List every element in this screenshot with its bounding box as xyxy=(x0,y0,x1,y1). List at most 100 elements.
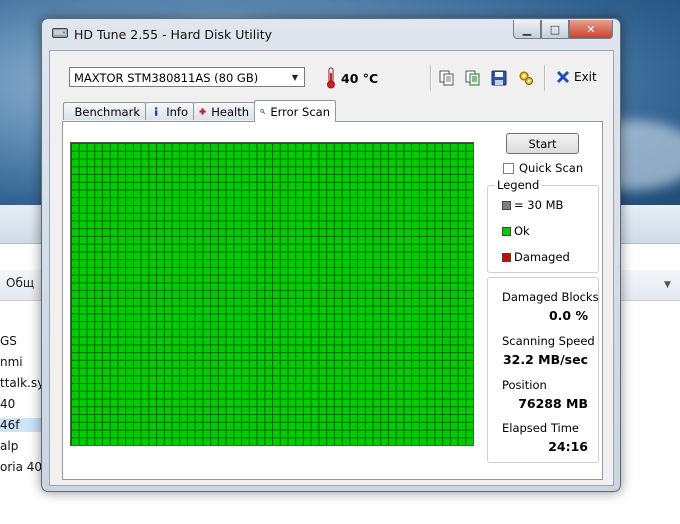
minimize-button[interactable]: ▁ xyxy=(513,20,541,39)
scan-block-ok xyxy=(365,360,373,368)
tab-info[interactable]: Info xyxy=(145,102,194,120)
close-button[interactable]: ✕ xyxy=(569,20,613,39)
scan-block-ok xyxy=(72,422,79,430)
scan-block-ok xyxy=(257,360,265,368)
scan-block-ok xyxy=(327,368,334,376)
scan-block-ok xyxy=(466,190,473,198)
scan-block-ok xyxy=(373,430,381,438)
scan-block-ok xyxy=(234,244,242,252)
scan-block-ok xyxy=(435,205,443,213)
background-list-item[interactable]: GS xyxy=(0,334,17,348)
start-button[interactable]: Start xyxy=(506,133,579,154)
scan-block-ok xyxy=(141,190,149,198)
scan-block-ok xyxy=(419,322,427,329)
scan-block-ok xyxy=(187,159,195,167)
scan-block-ok xyxy=(265,267,272,275)
scan-block-ok xyxy=(242,337,249,345)
scan-block-ok xyxy=(404,399,412,407)
scan-block-ok xyxy=(435,306,443,314)
scan-block-ok xyxy=(203,283,211,291)
drive-select[interactable]: MAXTOR STM380811AS (80 GB) ▼ xyxy=(69,67,305,87)
scan-block-ok xyxy=(195,213,203,221)
scan-block-ok xyxy=(373,415,381,422)
scan-block-ok xyxy=(466,314,473,322)
maximize-button[interactable]: □ xyxy=(541,20,569,39)
chevron-down-icon[interactable]: ▼ xyxy=(288,70,302,84)
scan-block-ok xyxy=(187,275,195,283)
quick-scan-option[interactable]: Quick Scan xyxy=(503,161,583,175)
background-list-item[interactable]: 40 xyxy=(0,397,15,411)
tab-benchmark[interactable]: Benchmark xyxy=(63,102,146,120)
scan-block-ok xyxy=(257,337,265,345)
scan-block-ok xyxy=(234,205,242,213)
scan-block-ok xyxy=(164,260,172,267)
quick-scan-checkbox[interactable] xyxy=(503,162,514,174)
options-icon[interactable] xyxy=(517,69,535,87)
scan-block-ok xyxy=(257,368,265,376)
exit-button[interactable]: Exit xyxy=(556,70,597,84)
scan-block-ok xyxy=(396,159,404,167)
scan-block-ok xyxy=(110,422,118,430)
scan-block-ok xyxy=(95,391,102,399)
scan-block-ok xyxy=(334,167,342,174)
scan-block-ok xyxy=(95,244,102,252)
scan-block-ok xyxy=(388,205,396,213)
scan-block-ok xyxy=(118,422,126,430)
scan-block-ok xyxy=(172,159,180,167)
scan-block-ok xyxy=(419,260,427,267)
scan-block-ok xyxy=(226,236,234,244)
scan-block-ok xyxy=(350,236,358,244)
background-list-item-selected[interactable]: 46f xyxy=(0,418,44,432)
client-area: MAXTOR STM380811AS (80 GB) ▼ 40 °C Exit … xyxy=(49,50,614,486)
scan-block-ok xyxy=(126,182,133,190)
scan-block-ok xyxy=(296,144,303,151)
scan-block-ok xyxy=(164,298,172,306)
scan-block-ok xyxy=(226,213,234,221)
background-scroll-arrow-icon[interactable]: ▼ xyxy=(664,280,671,290)
scan-block-ok xyxy=(118,345,126,353)
scan-block-ok xyxy=(149,267,157,275)
background-list-item[interactable]: alp xyxy=(0,439,18,453)
scan-block-ok xyxy=(311,252,319,260)
scan-block-ok xyxy=(157,391,164,399)
scan-block-ok xyxy=(95,275,102,283)
scan-block-ok xyxy=(412,306,419,314)
scan-block-ok xyxy=(249,422,257,430)
scan-block-ok xyxy=(118,260,126,267)
scan-block-ok xyxy=(249,306,257,314)
title-bar[interactable]: HD Tune 2.55 - Hard Disk Utility ▁ □ ✕ xyxy=(42,19,620,49)
scan-block-ok xyxy=(273,221,280,229)
scan-block-ok xyxy=(319,267,327,275)
scan-block-ok xyxy=(102,368,110,376)
background-list-item[interactable]: nmi xyxy=(0,355,23,369)
scan-block-ok xyxy=(435,345,443,353)
save-icon[interactable] xyxy=(490,69,508,87)
scan-block-ok xyxy=(334,252,342,260)
scan-block-ok xyxy=(234,399,242,407)
scan-block-ok xyxy=(164,151,172,159)
scan-block-ok xyxy=(79,345,87,353)
scan-block-ok xyxy=(288,438,296,445)
scan-block-ok xyxy=(72,353,79,360)
scan-block-ok xyxy=(141,314,149,322)
scan-block-ok xyxy=(311,399,319,407)
scan-block-ok xyxy=(412,275,419,283)
scan-block-ok xyxy=(350,391,358,399)
copy-all-icon[interactable] xyxy=(464,69,482,87)
scan-block-ok xyxy=(126,314,133,322)
tab-error-scan[interactable]: Error Scan xyxy=(254,100,336,122)
copy-icon[interactable] xyxy=(438,69,456,87)
tab-health[interactable]: Health xyxy=(193,102,255,120)
scan-block-ok xyxy=(319,368,327,376)
scan-block-ok xyxy=(79,291,87,298)
scan-block-ok xyxy=(388,236,396,244)
scan-block-ok xyxy=(419,182,427,190)
scan-block-ok xyxy=(195,252,203,260)
scan-block-ok xyxy=(396,384,404,391)
scan-block-ok xyxy=(249,244,257,252)
scan-block-ok xyxy=(110,353,118,360)
scan-block-ok xyxy=(303,174,311,182)
background-tab-label[interactable]: Общ xyxy=(6,276,34,290)
scan-block-ok xyxy=(164,244,172,252)
scan-block-ok xyxy=(388,322,396,329)
